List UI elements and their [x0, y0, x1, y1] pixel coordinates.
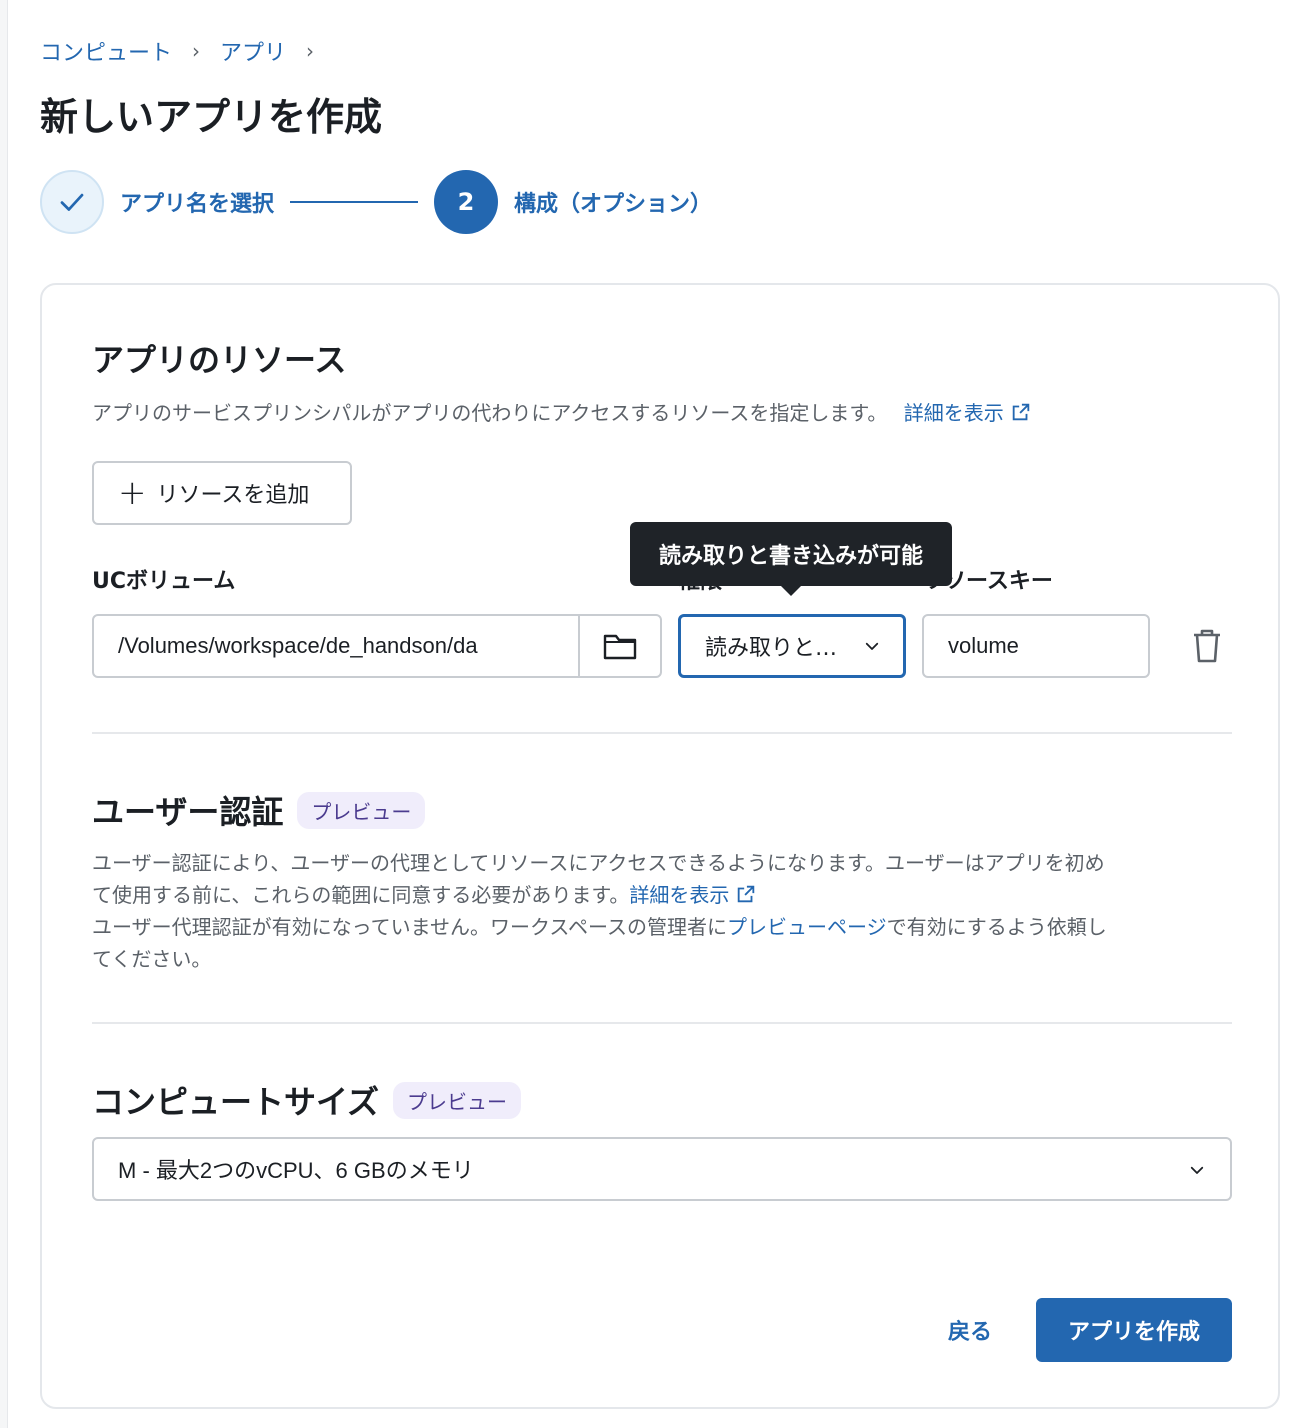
user-auth-desc-line2: て使用する前に、これらの範囲に同意する必要があります。詳細を表示 — [92, 879, 1242, 911]
external-link-icon — [1012, 403, 1030, 421]
breadcrumb-separator: › — [192, 39, 201, 63]
folder-icon — [603, 634, 637, 660]
create-app-button[interactable]: アプリを作成 — [1036, 1298, 1232, 1362]
user-auth-title-text: ユーザー認証 — [92, 793, 284, 831]
details-link-text: 詳細を表示 — [629, 883, 730, 907]
user-auth-title: ユーザー認証 プレビュー — [92, 787, 426, 833]
uc-volume-label: UCボリューム — [92, 569, 236, 594]
user-auth-desc-line3-pre: ユーザー代理認証が有効になっていません。ワークスペースの管理者に — [92, 915, 727, 939]
compute-size-value: M - 最大2つのvCPU、6 GBのメモリ — [118, 1158, 474, 1183]
chevron-down-icon — [865, 642, 879, 650]
user-auth-desc-line2-text: て使用する前に、これらの範囲に同意する必要があります。 — [92, 883, 630, 907]
left-panel-edge — [0, 0, 8, 1428]
breadcrumb: コンピュート › アプリ › — [40, 36, 334, 66]
back-button[interactable]: 戻る — [922, 1298, 1018, 1362]
check-icon — [60, 193, 84, 211]
user-auth-description: ユーザー認証により、ユーザーの代理としてリソースにアクセスできるようになります。… — [92, 847, 1242, 975]
step-2-current: 2 — [434, 170, 499, 234]
config-card: アプリのリソース アプリのサービスプリンシパルがアプリの代わりにアクセスするリソ… — [40, 283, 1280, 1409]
step-2-label: 構成（オプション） — [514, 192, 713, 217]
compute-size-title: コンピュートサイズ プレビュー — [92, 1077, 522, 1123]
preview-page-link[interactable]: プレビューページ — [727, 915, 887, 939]
details-link-text: 詳細を表示 — [903, 401, 1004, 425]
user-auth-desc-line3: ユーザー代理認証が有効になっていません。ワークスペースの管理者にプレビューページ… — [92, 911, 1242, 943]
resources-title: アプリのリソース — [92, 341, 347, 379]
compute-size-select[interactable]: M - 最大2つのvCPU、6 GBのメモリ — [92, 1137, 1232, 1201]
page-title: 新しいアプリを作成 — [40, 95, 383, 139]
breadcrumb-compute[interactable]: コンピュート — [40, 35, 172, 67]
preview-badge: プレビュー — [297, 791, 426, 829]
permission-select[interactable]: 読み取りと… — [678, 614, 906, 678]
breadcrumb-separator: › — [306, 39, 315, 63]
user-auth-desc-line4: てください。 — [92, 947, 212, 971]
compute-size-title-text: コンピュートサイズ — [92, 1083, 380, 1121]
permission-value: 読み取りと… — [705, 636, 838, 661]
breadcrumb-apps[interactable]: アプリ — [220, 35, 286, 67]
user-auth-desc-line3-post: で有効にするよう依頼し — [886, 915, 1107, 939]
add-resource-label: リソースを追加 — [156, 483, 310, 508]
step-1-complete — [40, 170, 104, 234]
section-divider — [92, 732, 1232, 734]
resources-description-text: アプリのサービスプリンシパルがアプリの代わりにアクセスするリソースを指定します。 — [92, 401, 888, 425]
external-link-icon — [738, 885, 755, 903]
trash-icon — [1194, 629, 1220, 663]
chevron-down-icon — [1190, 1166, 1204, 1174]
add-resource-button[interactable]: + リソースを追加 — [92, 461, 352, 525]
user-auth-details-link[interactable]: 詳細を表示 — [629, 883, 757, 907]
uc-volume-path[interactable]: /Volumes/workspace/de_handson/da — [94, 616, 578, 676]
browse-volume-button[interactable] — [578, 616, 660, 676]
stepper: アプリ名を選択 2 構成（オプション） — [40, 170, 712, 234]
preview-badge: プレビュー — [393, 1081, 522, 1119]
step-1-label: アプリ名を選択 — [120, 192, 275, 217]
uc-volume-input[interactable]: /Volumes/workspace/de_handson/da — [92, 614, 662, 678]
plus-icon: + — [118, 473, 147, 513]
resource-key-input[interactable]: volume — [922, 614, 1150, 678]
resources-details-link[interactable]: 詳細を表示 — [904, 401, 1032, 425]
resources-description: アプリのサービスプリンシパルがアプリの代わりにアクセスするリソースを指定します。… — [92, 397, 1032, 429]
resource-key-value: volume — [948, 633, 1019, 658]
step-connector — [290, 201, 419, 203]
section-divider — [92, 1022, 1232, 1024]
delete-resource-button[interactable] — [1190, 627, 1224, 669]
permission-tooltip: 読み取りと書き込みが可能 — [630, 522, 952, 596]
user-auth-desc-line1: ユーザー認証により、ユーザーの代理としてリソースにアクセスできるようになります。… — [92, 851, 1105, 875]
